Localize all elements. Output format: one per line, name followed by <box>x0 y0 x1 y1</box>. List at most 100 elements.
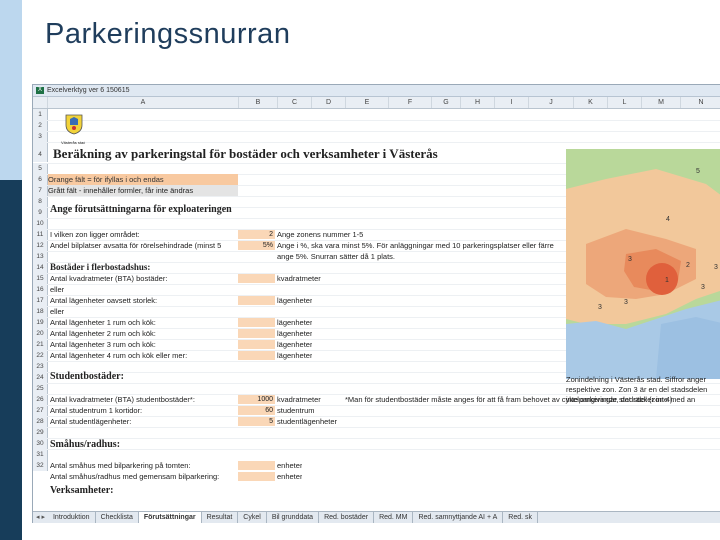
row-number[interactable]: 28 <box>33 416 48 427</box>
input-apartments-2rk[interactable] <box>238 329 275 338</box>
label-or[interactable]: eller <box>50 306 64 317</box>
label-zone[interactable]: I vilken zon ligger området: <box>50 229 140 240</box>
column-header[interactable]: E <box>346 97 389 108</box>
label-smallhouse-own[interactable]: Antal småhus med bilparkering på tomten: <box>50 460 191 471</box>
row-number[interactable]: 3 <box>33 131 48 142</box>
input-smallhouse-own[interactable] <box>238 461 275 470</box>
row-number[interactable]: 7 <box>33 185 48 196</box>
unit-student-rooms[interactable]: studentrum <box>277 405 315 416</box>
row-number[interactable]: 19 <box>33 317 48 328</box>
row-number[interactable]: 15 <box>33 273 48 284</box>
sheet-tab[interactable]: Checklista <box>96 512 139 523</box>
column-header[interactable]: H <box>461 97 495 108</box>
row-number[interactable]: 17 <box>33 295 48 306</box>
row-number[interactable]: 9 <box>33 207 48 218</box>
input-smallhouse-shared[interactable] <box>238 472 275 481</box>
unit-apartments-4rk[interactable]: lägenheter <box>277 350 312 361</box>
row-number[interactable]: 5 <box>33 163 48 174</box>
row-number[interactable]: 24 <box>33 372 48 383</box>
row-number[interactable]: 21 <box>33 339 48 350</box>
label-apartments-1rk[interactable]: Antal lägenheter 1 rum och kök: <box>50 317 156 328</box>
unit-apartments-any[interactable]: lägenheter <box>277 295 312 306</box>
row-number[interactable]: 25 <box>33 383 48 394</box>
row-number[interactable]: 8 <box>33 196 48 207</box>
sheet-tab[interactable]: Introduktion <box>48 512 96 523</box>
row-number[interactable]: 26 <box>33 394 48 405</box>
label-student-apartments[interactable]: Antal studentlägenheter: <box>50 416 131 427</box>
column-header[interactable]: G <box>432 97 461 108</box>
row-number[interactable]: 29 <box>33 427 48 438</box>
sheet-tab[interactable]: Resultat <box>202 512 239 523</box>
row-number[interactable]: 10 <box>33 218 48 229</box>
column-header[interactable]: A <box>48 97 239 108</box>
unit-bta-housing[interactable]: kvadratmeter <box>277 273 321 284</box>
note-disabled-share-2[interactable]: ange 5%. Snurran sätter då 1 plats. <box>277 251 395 262</box>
unit-apartments-2rk[interactable]: lägenheter <box>277 328 312 339</box>
unit-apartments-3rk[interactable]: lägenheter <box>277 339 312 350</box>
input-apartments-3rk[interactable] <box>238 340 275 349</box>
row-number[interactable]: 2 <box>33 120 48 131</box>
sheet-nav-arrows-icon[interactable]: ◂ ▸ <box>33 512 48 523</box>
row-number[interactable]: 13 <box>33 251 48 262</box>
row-number[interactable]: 23 <box>33 361 48 372</box>
unit-smallhouse-shared[interactable]: enheter <box>277 471 302 482</box>
legend-orange[interactable]: Orange fält = för ifyllas i och endas <box>48 174 238 185</box>
input-disabled-share[interactable]: 5% <box>238 241 275 250</box>
unit-bta-student[interactable]: kvadratmeter <box>277 394 321 405</box>
row-number[interactable]: 30 <box>33 438 48 449</box>
row-number[interactable]: 6 <box>33 174 48 185</box>
input-bta-student[interactable]: 1000 <box>238 395 275 404</box>
unit-apartments-1rk[interactable]: lägenheter <box>277 317 312 328</box>
sheet-tab-active[interactable]: Förutsättningar <box>138 512 202 523</box>
row-number[interactable]: 16 <box>33 284 48 295</box>
input-apartments-4rk[interactable] <box>238 351 275 360</box>
label-apartments-2rk[interactable]: Antal lägenheter 2 rum och kök: <box>50 328 156 339</box>
sheet-tab[interactable]: Red. MM <box>374 512 414 523</box>
column-header[interactable]: I <box>495 97 529 108</box>
row-number[interactable]: 11 <box>33 229 48 240</box>
label-bta-student[interactable]: Antal kvadratmeter (BTA) studentbostäder… <box>50 394 195 405</box>
column-header[interactable]: N <box>681 97 720 108</box>
column-header[interactable]: D <box>312 97 346 108</box>
row-number[interactable]: 18 <box>33 306 48 317</box>
column-header[interactable]: L <box>608 97 642 108</box>
column-header[interactable]: C <box>278 97 312 108</box>
sheet-tab[interactable]: Red. samnyttjande AI + A <box>413 512 504 523</box>
input-student-apartments[interactable]: 5 <box>238 417 275 426</box>
row-number[interactable]: 27 <box>33 405 48 416</box>
sheet-tab[interactable]: Red. sk <box>503 512 539 523</box>
label-apartments-3rk[interactable]: Antal lägenheter 3 rum och kök: <box>50 339 156 350</box>
input-apartments-any[interactable] <box>238 296 275 305</box>
note-disabled-share[interactable]: Ange i %, ska vara minst 5%. För anläggn… <box>277 240 565 251</box>
row-number[interactable]: 1 <box>33 109 48 120</box>
column-header[interactable]: F <box>389 97 432 108</box>
row-number[interactable]: 31 <box>33 449 48 460</box>
unit-smallhouse-own[interactable]: enheter <box>277 460 302 471</box>
legend-grey[interactable]: Grått fält - innehåller formler, får int… <box>48 185 238 196</box>
input-zone[interactable]: 2 <box>238 230 275 239</box>
row-number[interactable]: 32 <box>33 460 48 471</box>
column-header[interactable]: B <box>239 97 278 108</box>
input-bta-housing[interactable] <box>238 274 275 283</box>
row-number[interactable]: 14 <box>33 262 48 273</box>
row-number[interactable]: 22 <box>33 350 48 361</box>
label-smallhouse-shared[interactable]: Antal småhus/radhus med gemensam bilpark… <box>50 471 219 482</box>
unit-student-apartments[interactable]: studentlägenheter <box>277 416 337 427</box>
sheet-tab[interactable]: Red. bostäder <box>319 512 375 523</box>
label-student-rooms[interactable]: Antal studentrum 1 kortidor: <box>50 405 142 416</box>
column-header[interactable]: M <box>642 97 681 108</box>
row-number[interactable]: 12 <box>33 240 48 251</box>
column-header[interactable]: J <box>529 97 574 108</box>
input-apartments-1rk[interactable] <box>238 318 275 327</box>
label-disabled-share[interactable]: Andel bilplatser avsatta för rörelsehind… <box>50 240 236 251</box>
label-apartments-any[interactable]: Antal lägenheter oavsett storlek: <box>50 295 157 306</box>
note-zone[interactable]: Ange zonens nummer 1-5 <box>277 229 363 240</box>
row-number[interactable]: 20 <box>33 328 48 339</box>
label-bta-housing[interactable]: Antal kvadratmeter (BTA) bostäder: <box>50 273 167 284</box>
label-apartments-4rk[interactable]: Antal lägenheter 4 rum och kök eller mer… <box>50 350 187 361</box>
sheet-tab[interactable]: Cykel <box>238 512 267 523</box>
row-number[interactable]: 4 <box>33 142 48 162</box>
column-header[interactable]: K <box>574 97 608 108</box>
select-all-corner[interactable] <box>33 97 48 108</box>
input-student-rooms[interactable]: 60 <box>238 406 275 415</box>
